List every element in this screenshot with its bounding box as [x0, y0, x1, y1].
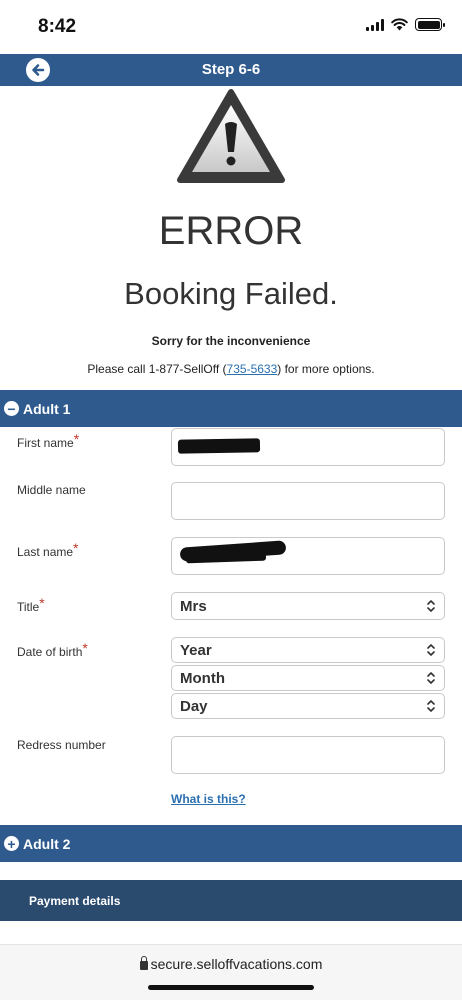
adult2-section-header[interactable]: + Adult 2	[0, 825, 462, 862]
redress-number-label: Redress number	[17, 738, 106, 752]
warning-icon	[177, 89, 285, 183]
booking-failed-heading: Booking Failed.	[124, 276, 338, 311]
chevron-up-down-icon	[427, 644, 435, 656]
status-time: 8:42	[38, 16, 77, 37]
dob-label: Date of birth*	[17, 640, 88, 659]
call-message-prefix: Please call 1-877-SellOff (	[87, 362, 227, 376]
chevron-up-down-icon	[427, 700, 435, 712]
battery-icon	[415, 18, 445, 31]
middle-name-label: Middle name	[17, 483, 86, 497]
browser-url-bar[interactable]: secure.selloffvacations.com	[0, 944, 462, 1000]
step-title: Step 6-6	[201, 61, 261, 78]
home-indicator[interactable]	[148, 985, 314, 990]
cellular-signal-icon	[366, 18, 384, 31]
adult1-title: Adult 1	[23, 400, 71, 417]
sorry-message: Sorry for the inconvenience	[151, 334, 311, 348]
error-heading: ERROR	[158, 209, 304, 253]
payment-details-header[interactable]: Payment details	[0, 880, 462, 921]
first-name-field[interactable]	[171, 428, 445, 466]
dob-month-value: Month	[180, 669, 225, 687]
payment-details-title: Payment details	[29, 893, 121, 908]
call-message: Please call 1-877-SellOff (735-5633) for…	[0, 362, 462, 376]
dob-day-select[interactable]: Day	[171, 693, 445, 719]
what-is-this-link[interactable]: What is this?	[171, 792, 246, 806]
dob-month-select[interactable]: Month	[171, 665, 445, 691]
title-value: Mrs	[180, 597, 207, 615]
dob-year-select[interactable]: Year	[171, 637, 445, 663]
plus-circle-icon: +	[4, 836, 19, 851]
required-mark: *	[82, 640, 88, 656]
lock-icon	[139, 956, 148, 970]
call-message-suffix: ) for more options.	[277, 362, 375, 376]
middle-name-field[interactable]	[171, 482, 445, 520]
required-mark: *	[39, 595, 45, 611]
url-text: secure.selloffvacations.com	[150, 956, 323, 972]
adult2-title: Adult 2	[23, 835, 71, 852]
chevron-up-down-icon	[427, 600, 435, 612]
redaction-mark	[185, 552, 267, 564]
title-label: Title*	[17, 595, 45, 614]
step-header: Step 6-6	[0, 54, 462, 86]
wifi-icon	[391, 18, 408, 31]
minus-circle-icon: −	[4, 401, 19, 416]
status-bar: 8:42	[0, 0, 462, 54]
last-name-field[interactable]	[171, 537, 445, 575]
dob-year-value: Year	[180, 641, 212, 659]
required-mark: *	[73, 431, 80, 447]
phone-link[interactable]: 735-5633	[227, 362, 278, 376]
last-name-label: Last name*	[17, 540, 79, 559]
redress-number-field[interactable]	[171, 736, 445, 774]
required-mark: *	[73, 540, 79, 556]
first-name-label: First name*	[17, 431, 80, 450]
redaction-mark	[177, 438, 261, 454]
url-display: secure.selloffvacations.com	[0, 956, 462, 972]
adult1-section-header[interactable]: − Adult 1	[0, 390, 462, 427]
chevron-up-down-icon	[427, 672, 435, 684]
dob-day-value: Day	[180, 697, 208, 715]
status-icons	[366, 18, 445, 31]
title-select[interactable]: Mrs	[171, 592, 445, 620]
